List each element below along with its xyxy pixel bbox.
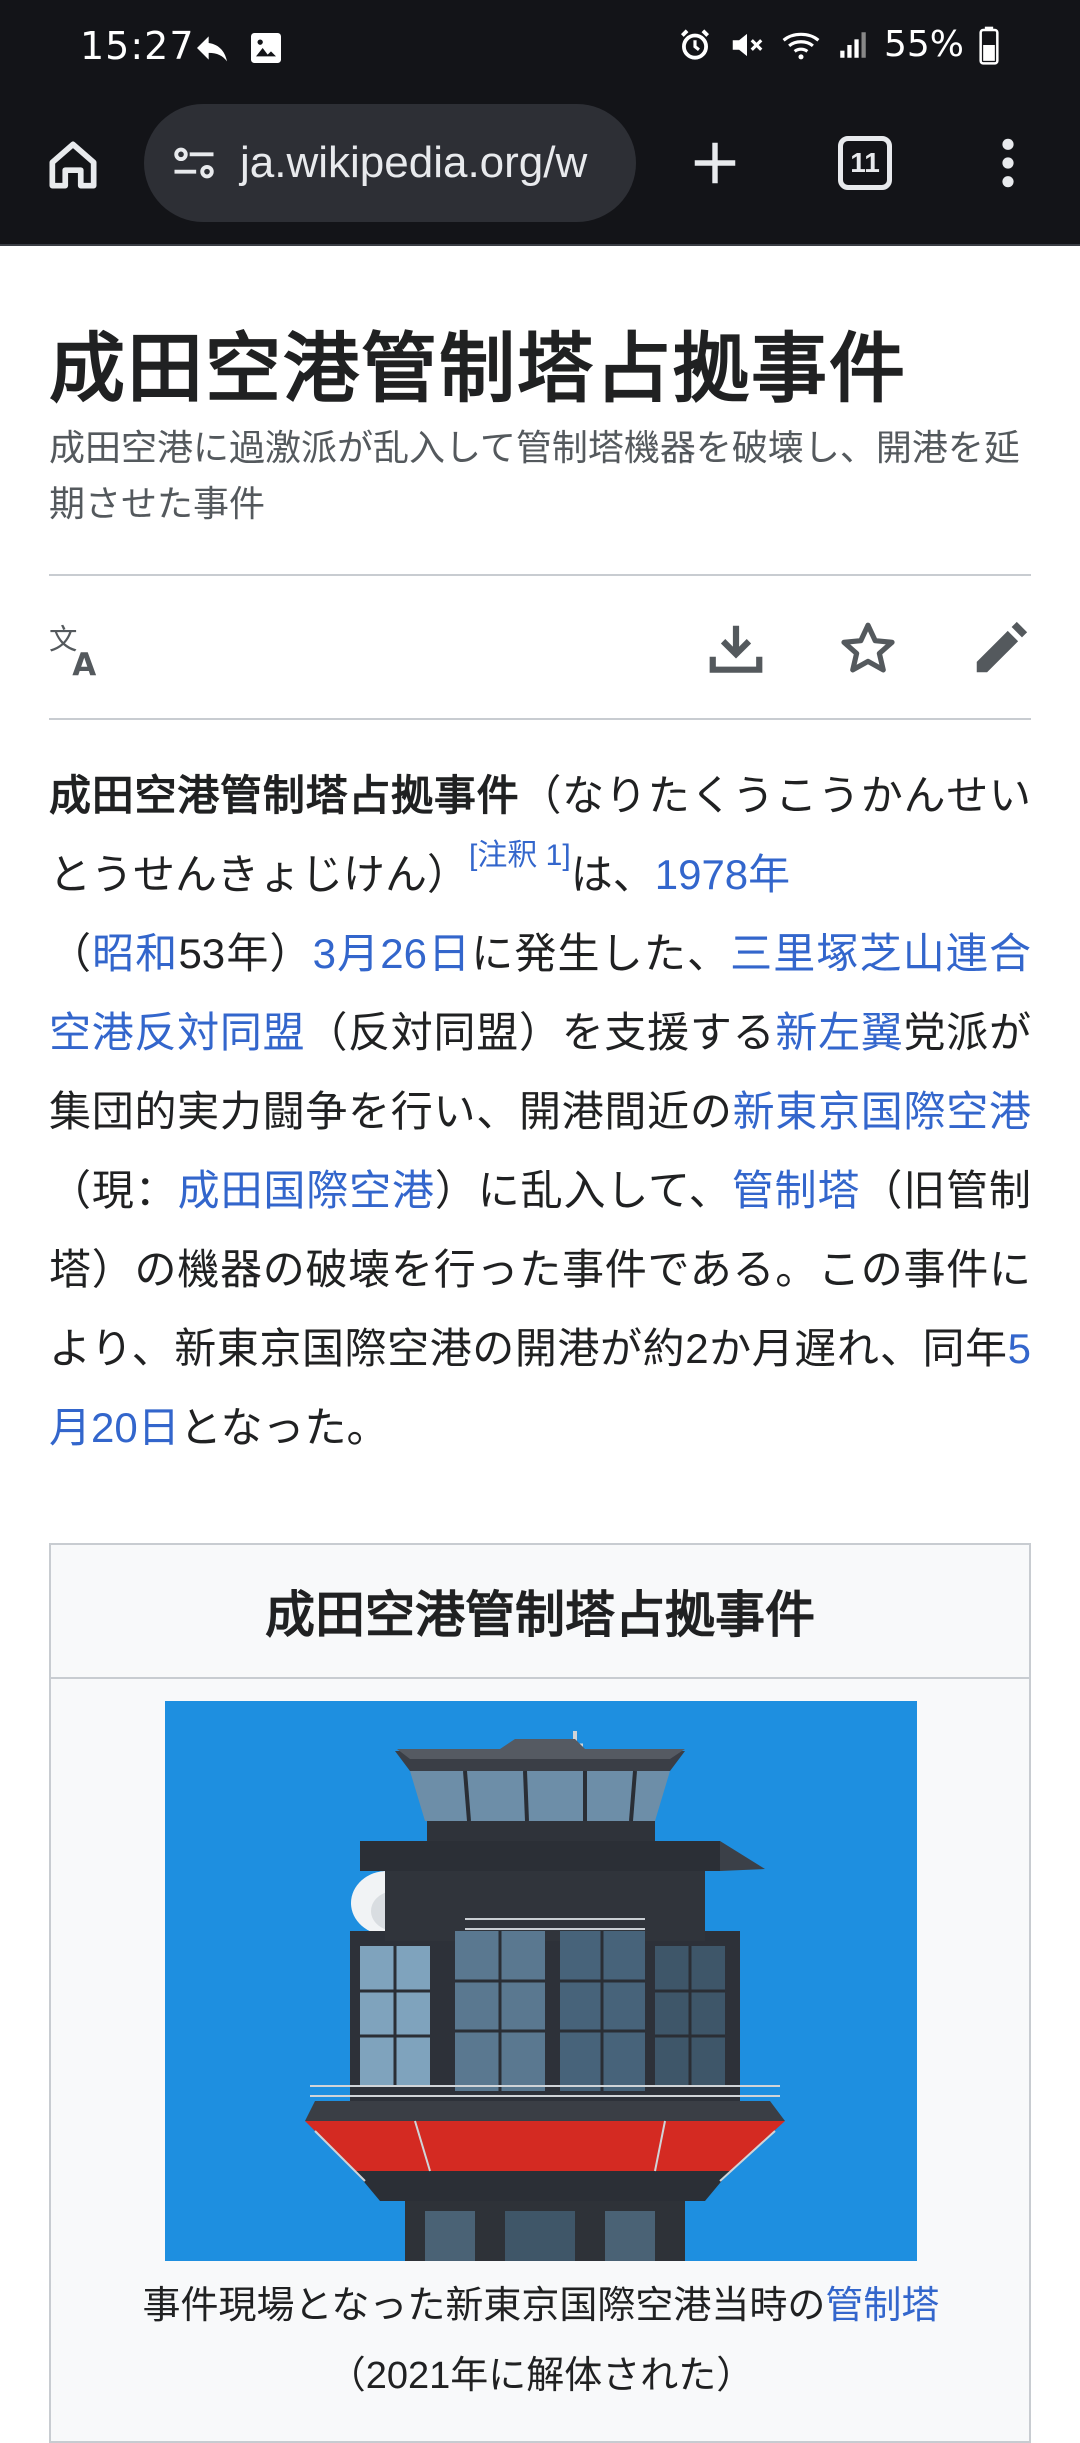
status-notification-icons bbox=[192, 28, 286, 68]
tower-photo bbox=[165, 1701, 917, 2261]
language-button[interactable]: 文 A bbox=[49, 618, 111, 680]
lead-bold-title: 成田空港管制塔占拠事件 bbox=[49, 772, 520, 819]
lead-text: （反対同盟）を支援する bbox=[305, 1009, 776, 1056]
caption-text: 事件現場となった新東京国際空港当時の bbox=[142, 2285, 826, 2327]
status-bar: 15:27 55% bbox=[0, 0, 1080, 96]
link-new-left[interactable]: 新左翼 bbox=[775, 1009, 903, 1056]
home-icon bbox=[49, 141, 97, 189]
lead-text: となった。 bbox=[179, 1404, 389, 1451]
status-time: 15:27 bbox=[80, 24, 195, 68]
link-showa[interactable]: 昭和 bbox=[92, 930, 178, 977]
infobox: 成田空港管制塔占拠事件 事件現場となった新東京国際空港当時の管制塔 （2021年… bbox=[49, 1543, 1031, 2443]
page-actions-bar: 文 A bbox=[49, 574, 1031, 720]
battery-percent: 55% bbox=[883, 24, 964, 65]
lead-text: に発生した、 bbox=[471, 930, 731, 977]
lead-text: （ bbox=[49, 930, 93, 977]
signal-icon bbox=[840, 31, 866, 58]
more-vert-icon bbox=[1002, 138, 1014, 188]
link-new-tokyo-airport[interactable]: 新東京国際空港 bbox=[733, 1088, 1031, 1135]
reply-arrow-icon bbox=[197, 36, 227, 62]
browser-toolbar: ja.wikipedia.org/w 11 bbox=[0, 96, 1080, 246]
mute-icon bbox=[732, 33, 763, 56]
wifi-icon bbox=[782, 32, 820, 59]
footnote-link[interactable]: [注釈 1] bbox=[469, 839, 571, 872]
lead-text: ）に乱入して、 bbox=[434, 1167, 732, 1214]
tab-count: 11 bbox=[850, 147, 880, 178]
download-button[interactable] bbox=[705, 618, 767, 680]
edit-button[interactable] bbox=[969, 618, 1031, 680]
tabs-icon: 11 bbox=[838, 136, 892, 190]
svg-text:A: A bbox=[72, 647, 96, 680]
site-info-icon[interactable] bbox=[168, 137, 220, 189]
lead-paragraph: 成田空港管制塔占拠事件（なりたくうこうかんせいとうせんきょじけん）[注釈 1]は… bbox=[49, 756, 1031, 1467]
edit-icon bbox=[976, 621, 1028, 673]
page-subtitle: 成田空港に過激派が乱入して管制塔機器を破壊し、開港を延期させた事件 bbox=[49, 427, 1020, 524]
infobox-title: 成田空港管制塔占拠事件 bbox=[51, 1545, 1029, 1679]
caption-note: （2021年に解体された） bbox=[327, 2355, 755, 2397]
caption-link-control-tower[interactable]: 管制塔 bbox=[825, 2285, 939, 2327]
new-tab-button[interactable] bbox=[680, 128, 750, 198]
page-title: 成田空港管制塔占拠事件 bbox=[49, 324, 907, 413]
download-icon bbox=[709, 625, 763, 673]
link-march-26[interactable]: 3月26日 bbox=[313, 930, 472, 977]
control-tower-image[interactable] bbox=[165, 1701, 917, 2261]
link-control-tower[interactable]: 管制塔 bbox=[732, 1167, 861, 1214]
lead-text: （現： bbox=[49, 1167, 178, 1214]
gallery-icon bbox=[251, 33, 281, 63]
address-bar[interactable]: ja.wikipedia.org/w bbox=[144, 104, 636, 222]
url-text: ja.wikipedia.org/w bbox=[240, 138, 588, 187]
link-1978[interactable]: 1978年 bbox=[655, 851, 790, 898]
link-narita-airport[interactable]: 成田国際空港 bbox=[178, 1167, 435, 1214]
alarm-icon bbox=[680, 28, 709, 60]
status-system-icons: 55% bbox=[676, 24, 1000, 65]
language-icon: 文 A bbox=[49, 623, 96, 680]
watch-button[interactable] bbox=[837, 618, 899, 680]
star-icon bbox=[841, 622, 895, 673]
lead-text: は、 bbox=[570, 851, 655, 898]
battery-icon bbox=[979, 26, 999, 65]
plus-icon bbox=[694, 142, 736, 184]
tab-switcher-button[interactable]: 11 bbox=[828, 126, 902, 200]
infobox-caption: 事件現場となった新東京国際空港当時の管制塔 （2021年に解体された） bbox=[51, 2271, 1029, 2411]
more-menu-button[interactable] bbox=[980, 126, 1036, 200]
article: 成田空港管制塔占拠事件 成田空港に過激派が乱入して管制塔機器を破壊し、開港を延期… bbox=[49, 246, 1031, 2443]
home-button[interactable] bbox=[38, 130, 108, 200]
lead-text: 53年） bbox=[178, 930, 313, 977]
